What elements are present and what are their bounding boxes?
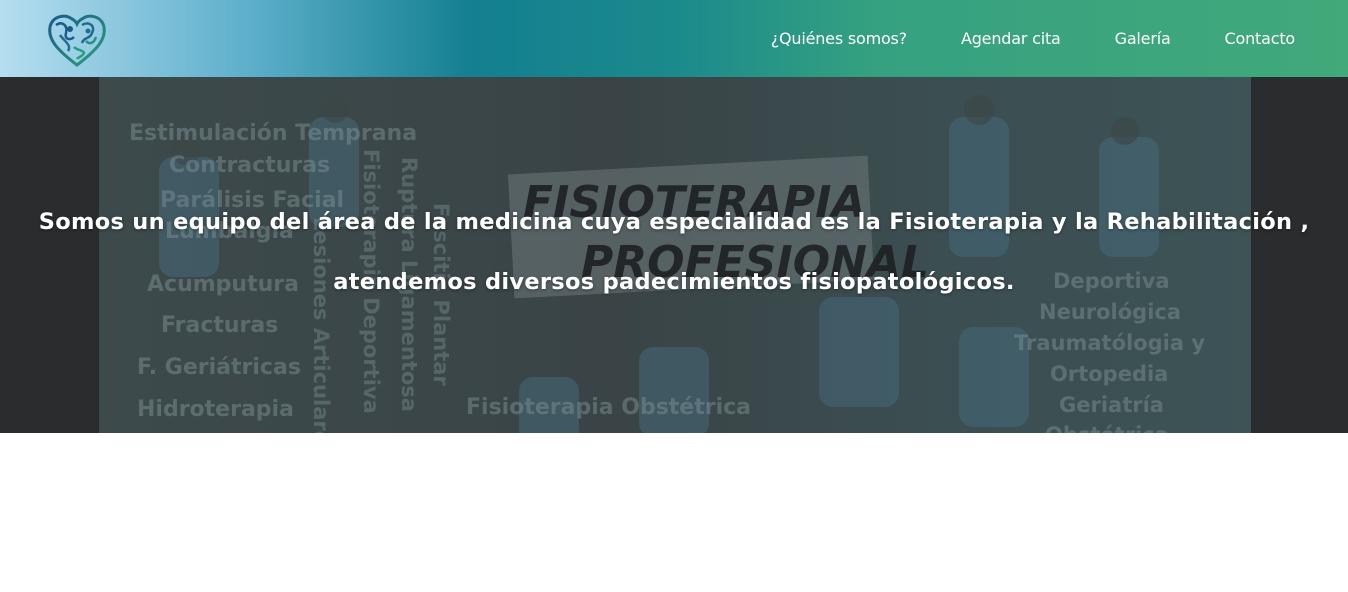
- main-nav: ¿Quiénes somos? Agendar cita Galería Con…: [771, 0, 1348, 77]
- nav-link-quienes-somos[interactable]: ¿Quiénes somos?: [771, 29, 907, 48]
- hero-headline-line1: Somos un equipo del área de la medicina …: [38, 209, 1310, 235]
- hero-text: Somos un equipo del área de la medicina …: [0, 77, 1348, 433]
- heart-anatomy-logo-icon[interactable]: [46, 11, 108, 69]
- nav-link-agendar-cita[interactable]: Agendar cita: [961, 29, 1061, 48]
- navbar: ¿Quiénes somos? Agendar cita Galería Con…: [0, 0, 1348, 77]
- hero-banner: FISIOTERAPIA PROFESIONAL Estimulación Te…: [0, 77, 1348, 433]
- nav-link-contacto[interactable]: Contacto: [1225, 29, 1296, 48]
- nav-link-galeria[interactable]: Galería: [1115, 29, 1171, 48]
- hero-headline-line2: atendemos diversos padecimientos fisiopa…: [333, 269, 1015, 295]
